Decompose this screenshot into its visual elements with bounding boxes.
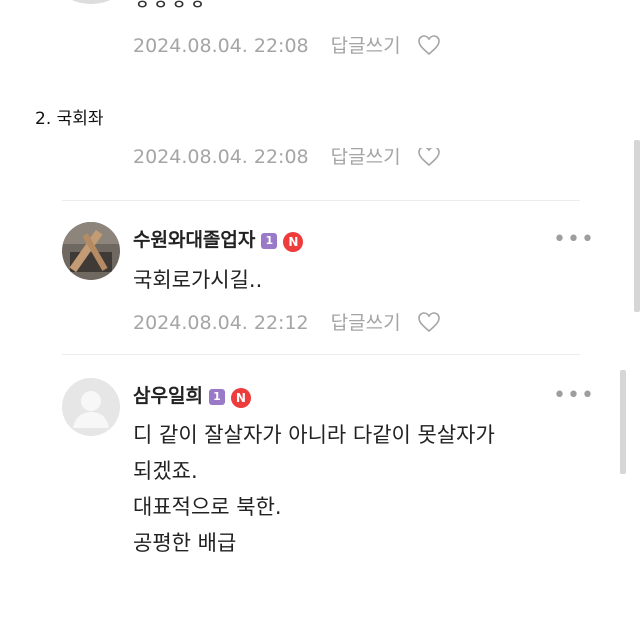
comment-line: 대표적으로 북한. — [133, 495, 282, 519]
comment-line: 되겠죠. — [133, 459, 198, 483]
heart-icon[interactable] — [417, 148, 441, 167]
reply-button[interactable]: 답글쓰기 — [331, 148, 401, 168]
section-title: 2. 국회좌 — [35, 109, 104, 129]
timestamp: 2024.08.04. 22:08 — [133, 35, 309, 57]
avatar[interactable] — [62, 0, 120, 4]
comment-line: 디 같이 잘살자가 아니라 다같이 못살자가 — [133, 423, 495, 447]
cut-meta-row: 2024.08.04. 22:08 답글쓰기 — [0, 148, 640, 174]
divider — [62, 354, 580, 355]
comment-author-row: 삼우일희 1 N — [133, 381, 251, 408]
author-name[interactable]: 삼우일희 — [133, 385, 203, 407]
level-badge-icon: 1 — [261, 233, 278, 249]
scrollbar[interactable] — [620, 370, 626, 474]
avatar[interactable] — [62, 222, 120, 280]
more-options-icon[interactable]: ••• — [553, 383, 595, 408]
author-name[interactable]: 수원와대졸업자 — [133, 229, 255, 251]
comment-text: 국회로가시길.. — [133, 268, 263, 292]
more-options-icon[interactable]: ••• — [553, 227, 595, 252]
comment-meta: 2024.08.04. 22:12 답글쓰기 — [133, 308, 441, 335]
timestamp: 2024.08.04. 22:08 — [133, 148, 309, 168]
comment-text-cut: ㅎㅎㅎㅎ — [133, 0, 207, 14]
scrollbar[interactable] — [634, 140, 640, 312]
comment-text: 디 같이 잘살자가 아니라 다같이 못살자가 되겠죠. 대표적으로 북한. 공평… — [133, 417, 495, 561]
level-badge-icon: 1 — [208, 389, 225, 405]
comment-line: 공평한 배급 — [133, 531, 237, 555]
heart-icon[interactable] — [417, 311, 441, 333]
comment-meta: 2024.08.04. 22:08 답글쓰기 — [133, 31, 441, 58]
heart-icon[interactable] — [417, 34, 441, 56]
new-badge-icon: N — [230, 388, 251, 408]
default-avatar-icon[interactable] — [62, 378, 120, 436]
comment-author-row: 수원와대졸업자 1 N — [133, 225, 304, 252]
timestamp: 2024.08.04. 22:12 — [133, 312, 309, 334]
new-badge-icon: N — [283, 232, 304, 252]
divider — [62, 200, 580, 201]
reply-button[interactable]: 답글쓰기 — [331, 312, 401, 334]
reply-button[interactable]: 답글쓰기 — [331, 35, 401, 57]
